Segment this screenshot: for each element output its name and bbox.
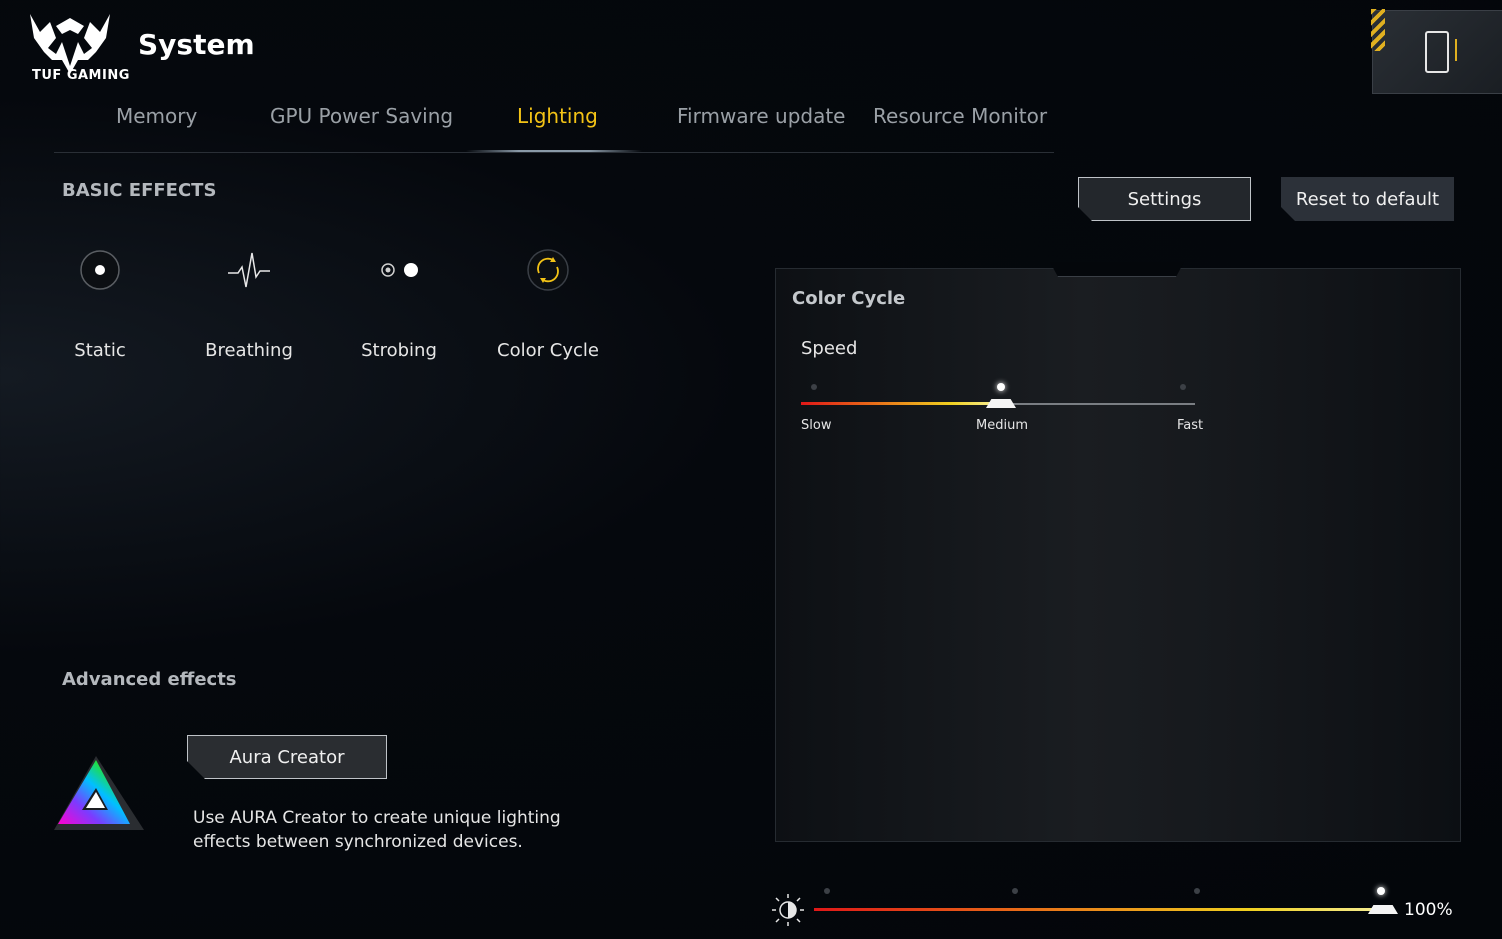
strobing-dots-icon <box>381 263 418 277</box>
active-tab-underline <box>466 150 642 152</box>
effect-strobing[interactable]: Strobing <box>339 240 459 361</box>
advanced-effects-title: Advanced effects <box>62 669 237 690</box>
effect-settings-panel <box>775 268 1461 842</box>
breathing-wave-icon <box>228 252 270 288</box>
reset-to-default-button[interactable]: Reset to default <box>1281 177 1454 221</box>
device-indicator-bar <box>1455 39 1457 61</box>
speed-slider-thumb[interactable] <box>986 399 1016 408</box>
brightness-slider-thumb[interactable] <box>1368 905 1398 914</box>
effect-color-cycle-label: Color Cycle <box>497 340 599 361</box>
tab-bar: Memory GPU Power Saving Lighting Firmwar… <box>54 104 1054 153</box>
brightness-tick-50[interactable] <box>1012 888 1018 894</box>
tab-resource-monitor[interactable]: Resource Monitor <box>873 104 1047 150</box>
panel-title: Color Cycle <box>792 288 906 309</box>
color-cycle-icon <box>527 249 569 291</box>
brightness-percent: 100% <box>1404 900 1453 920</box>
speed-option-slow: Slow <box>801 418 832 433</box>
speed-label: Speed <box>801 338 858 359</box>
static-dot-icon <box>80 250 120 290</box>
device-selector[interactable] <box>1371 9 1502 94</box>
aura-creator-description: Use AURA Creator to create unique lighti… <box>193 808 561 852</box>
effect-breathing-label: Breathing <box>205 340 293 361</box>
brightness-icon <box>772 894 804 926</box>
aura-creator-logo-icon <box>54 756 144 830</box>
warning-stripes-decoration <box>1371 9 1385 51</box>
brightness-track-fill <box>814 908 1394 911</box>
effect-static-label: Static <box>74 340 126 361</box>
settings-button[interactable]: Settings <box>1078 177 1251 221</box>
speed-slider[interactable] <box>801 378 1201 418</box>
effect-strobing-label: Strobing <box>361 340 437 361</box>
brightness-tick-100[interactable] <box>1377 887 1385 895</box>
phone-device-icon <box>1425 31 1449 73</box>
effect-static[interactable]: Static <box>40 240 160 361</box>
page-title: System <box>138 28 255 61</box>
effect-breathing[interactable]: Breathing <box>189 240 309 361</box>
basic-effects-title: BASIC EFFECTS <box>62 180 217 201</box>
panel-notch-decoration <box>1050 262 1184 277</box>
speed-option-fast: Fast <box>1177 418 1204 433</box>
speed-track-fill <box>801 402 1001 405</box>
speed-tick-slow[interactable] <box>811 384 817 390</box>
tab-memory[interactable]: Memory <box>116 104 197 150</box>
aura-creator-button[interactable]: Aura Creator <box>187 735 387 779</box>
speed-option-medium: Medium <box>976 418 1028 433</box>
speed-tick-medium[interactable] <box>997 383 1005 391</box>
brightness-tick-75[interactable] <box>1194 888 1200 894</box>
brightness-slider[interactable] <box>814 882 1404 922</box>
speed-tick-fast[interactable] <box>1180 384 1186 390</box>
logo-text: TUF GAMING <box>32 68 130 83</box>
tab-firmware-update[interactable]: Firmware update <box>677 104 846 150</box>
tab-gpu-power-saving[interactable]: GPU Power Saving <box>270 104 453 150</box>
brightness-tick-25[interactable] <box>824 888 830 894</box>
tab-lighting[interactable]: Lighting <box>517 104 598 150</box>
effect-color-cycle[interactable]: Color Cycle <box>488 240 608 361</box>
